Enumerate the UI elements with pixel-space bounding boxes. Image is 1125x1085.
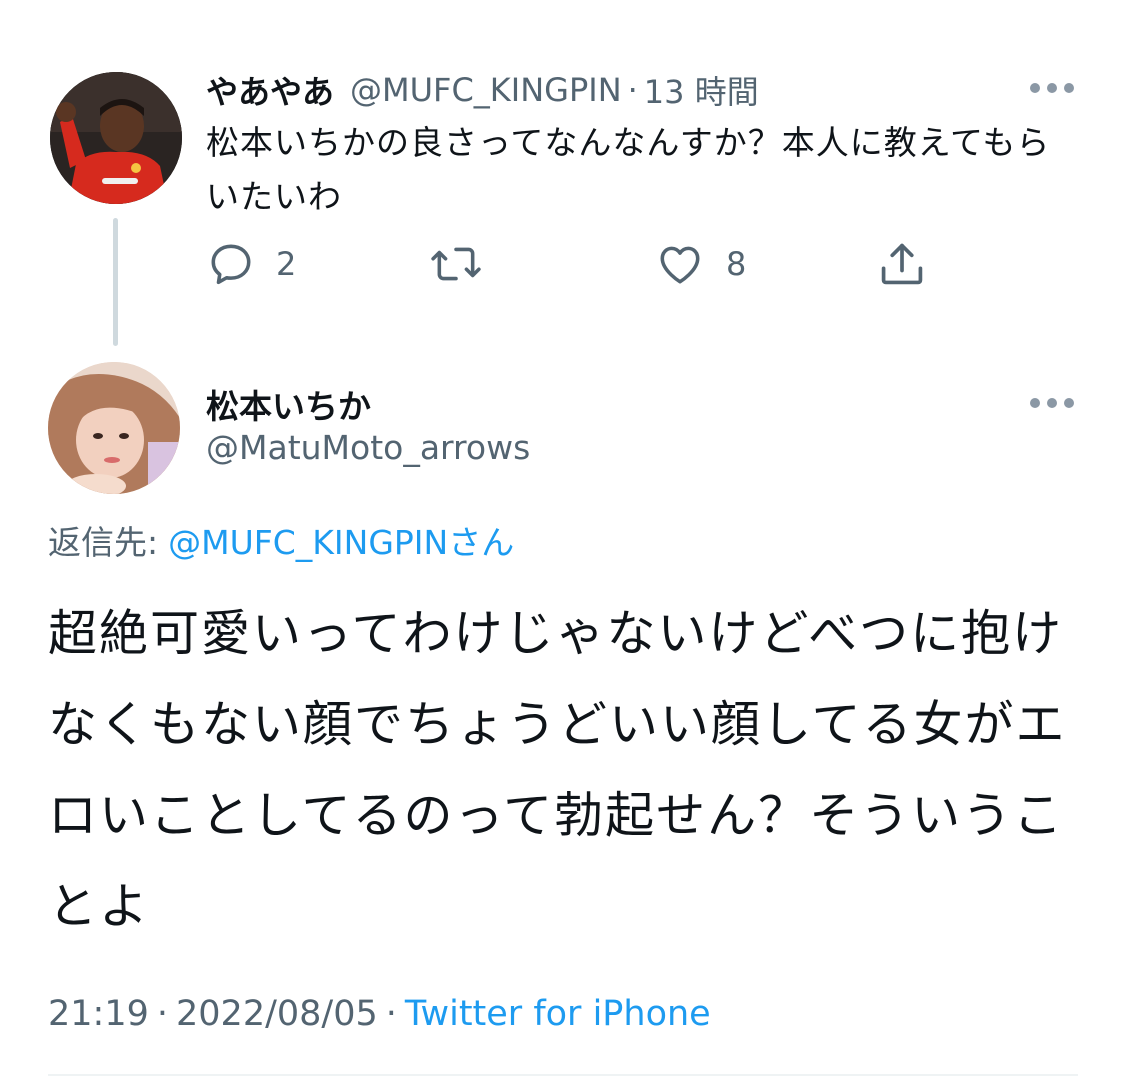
like-count: 8 [726, 245, 747, 283]
tweet-time[interactable]: 21:19 [48, 994, 149, 1034]
parent-handle[interactable]: @MUFC_KINGPIN [350, 71, 622, 109]
divider [48, 1074, 1078, 1076]
meta-separator: · [385, 994, 397, 1034]
reply-count: 2 [276, 245, 297, 283]
retweet-button[interactable] [428, 236, 504, 292]
replying-to-label: 返信先: [48, 523, 159, 562]
parent-timestamp[interactable]: 13 時間 [644, 67, 759, 113]
reply-tweet-text: 超絶可愛いってわけじゃないけどべつに抱けなくもない顔でちょうどいい顔してる女がエ… [48, 605, 1067, 935]
parent-display-name[interactable]: やあやあ [206, 67, 334, 113]
retweet-icon [431, 247, 481, 281]
tweet-date[interactable]: 2022/08/05 [176, 994, 378, 1034]
tweet-source-link[interactable]: Twitter for iPhone [405, 994, 711, 1034]
replying-to-line: 返信先: @MUFC_KINGPINさん [48, 516, 514, 564]
more-options-icon[interactable] [1030, 396, 1074, 410]
reply-bubble-icon [211, 244, 251, 285]
meta-separator: · [156, 994, 169, 1034]
share-button[interactable] [876, 236, 928, 292]
tweet-meta: 21:19 · 2022/08/05 · Twitter for iPhone [48, 994, 711, 1034]
reply-handle[interactable]: @MatuMoto_arrows [206, 428, 530, 467]
like-button[interactable]: 8 [654, 236, 746, 292]
parent-tweet-header: やあやあ @MUFC_KINGPIN · 13 時間 [206, 68, 759, 112]
more-options-icon[interactable] [1030, 81, 1074, 95]
parent-avatar[interactable] [50, 72, 182, 204]
reply-avatar[interactable] [48, 362, 180, 494]
thread-connector-line [113, 218, 118, 346]
heart-icon [660, 246, 700, 284]
avatar-photo-icon [50, 72, 182, 204]
reply-display-name[interactable]: 松本いちか [206, 380, 371, 428]
share-icon [881, 243, 923, 285]
replying-to-mention-link[interactable]: @MUFC_KINGPINさん [168, 523, 514, 562]
reply-button[interactable]: 2 [206, 236, 296, 292]
header-separator: · [627, 71, 638, 109]
avatar-photo-icon [48, 362, 180, 494]
parent-tweet-text: 松本いちかの良さってなんなんすか？本人に教えてもらいたいわ [206, 123, 1051, 216]
